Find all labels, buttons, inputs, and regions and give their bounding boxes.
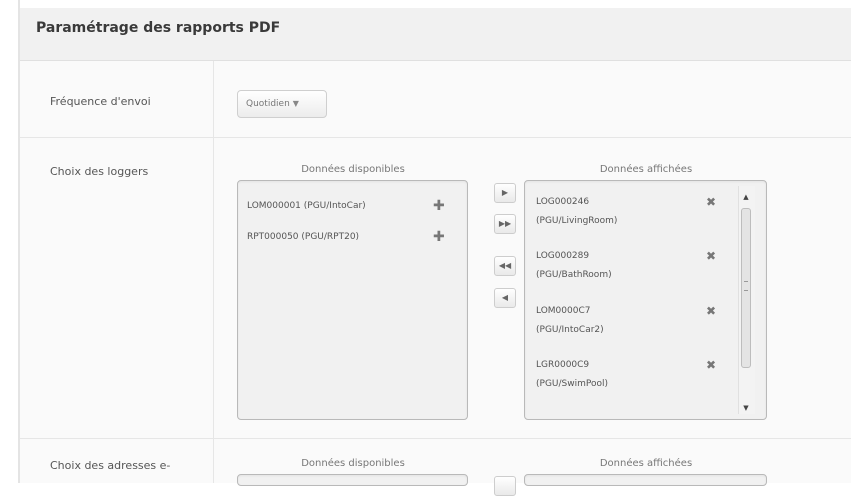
emails-displayed-header: Données affichées	[599, 458, 693, 469]
displayed-item-id: LOG000246	[536, 197, 590, 207]
available-item-label: RPT000050 (PGU/RPT20)	[247, 232, 360, 242]
column-divider	[213, 61, 214, 483]
arrow-left-icon: ◀	[501, 293, 509, 302]
double-arrow-right-icon: ▶▶	[498, 219, 512, 228]
remove-icon[interactable]: ✖	[706, 302, 716, 321]
move-all-right-button[interactable]: ▶▶	[494, 214, 516, 234]
row-divider	[20, 137, 851, 138]
loggers-label: Choix des loggers	[50, 165, 149, 178]
available-list[interactable]	[237, 180, 468, 420]
scroll-down-icon[interactable]: ▼	[740, 402, 752, 414]
frequency-value: Quotidien	[246, 99, 290, 109]
emails-move-right-button[interactable]	[494, 476, 516, 496]
emails-displayed-list[interactable]	[524, 474, 767, 486]
displayed-header: Données affichées	[599, 164, 693, 175]
panel-title: Paramétrage des rapports PDF	[36, 20, 281, 36]
available-header: Données disponibles	[301, 164, 405, 175]
available-item-label: LOM000001 (PGU/IntoCar)	[247, 201, 366, 211]
displayed-item[interactable]: LGR0000C9 (PGU/SwimPool) ✖	[536, 356, 731, 394]
row-divider	[20, 438, 851, 439]
displayed-item-id: LOG000289	[536, 251, 590, 261]
emails-label: Choix des adresses e-	[50, 459, 171, 472]
caret-down-icon: ▼	[292, 99, 299, 108]
displayed-item[interactable]: LOM0000C7 (PGU/IntoCar2) ✖	[536, 302, 731, 340]
displayed-item[interactable]: LOG000246 (PGU/LivingRoom) ✖	[536, 193, 731, 231]
move-right-button[interactable]: ▶	[494, 183, 516, 203]
remove-icon[interactable]: ✖	[706, 193, 716, 212]
frequency-dropdown[interactable]: Quotidien ▼	[237, 90, 327, 118]
displayed-item-location: (PGU/SwimPool)	[536, 379, 609, 389]
displayed-item-location: (PGU/BathRoom)	[536, 270, 612, 280]
grip-icon	[744, 281, 748, 291]
scroll-up-icon[interactable]: ▲	[740, 191, 752, 203]
available-item[interactable]: LOM000001 (PGU/IntoCar) ✚	[247, 197, 457, 216]
remove-icon[interactable]: ✖	[706, 247, 716, 266]
displayed-item[interactable]: LOG000289 (PGU/BathRoom) ✖	[536, 247, 731, 285]
double-arrow-left-icon: ◀◀	[498, 261, 512, 270]
move-left-button[interactable]: ◀	[494, 288, 516, 308]
displayed-item-id: LGR0000C9	[536, 360, 590, 370]
plus-icon[interactable]: ✚	[433, 197, 445, 216]
remove-icon[interactable]: ✖	[706, 356, 716, 375]
displayed-item-location: (PGU/LivingRoom)	[536, 216, 618, 226]
frequency-label: Fréquence d'envoi	[50, 95, 151, 108]
displayed-item-id: LOM0000C7	[536, 306, 591, 316]
emails-available-header: Données disponibles	[301, 458, 405, 469]
arrow-right-icon: ▶	[501, 188, 509, 197]
plus-icon[interactable]: ✚	[433, 228, 445, 247]
displayed-item-location: (PGU/IntoCar2)	[536, 325, 604, 335]
move-all-left-button[interactable]: ◀◀	[494, 256, 516, 276]
available-item[interactable]: RPT000050 (PGU/RPT20) ✚	[247, 228, 457, 247]
emails-available-list[interactable]	[237, 474, 468, 486]
